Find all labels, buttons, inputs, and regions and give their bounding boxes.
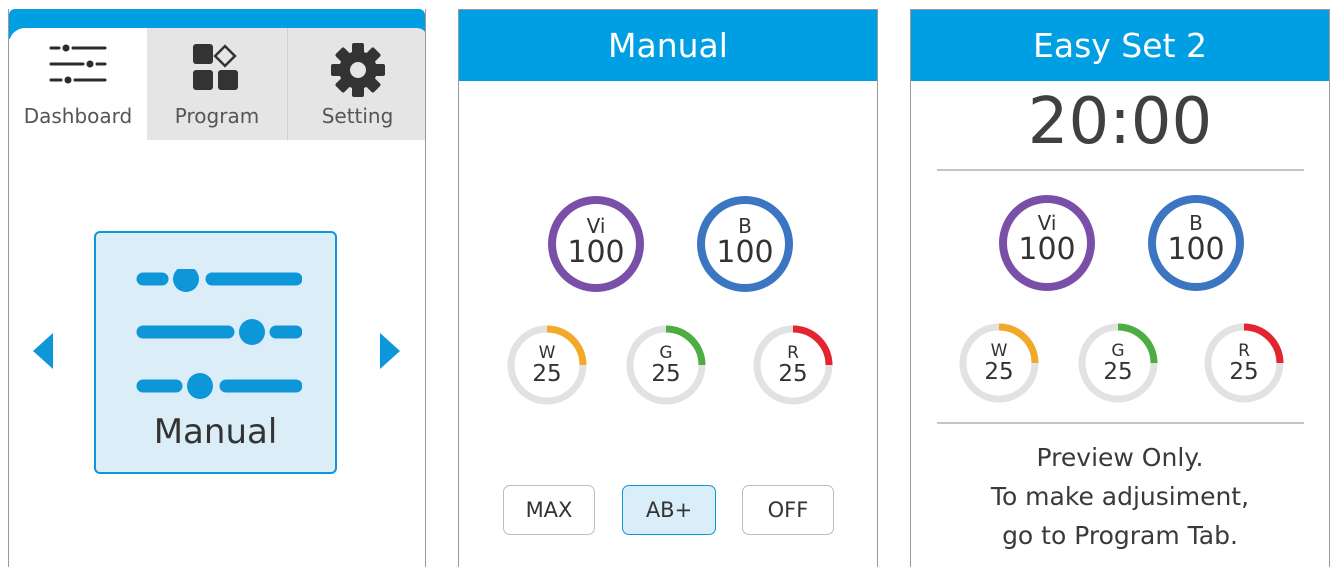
manual-panel: Manual Vi 100 B 100 W 25 G 25 R 25 MAX A…: [458, 9, 878, 567]
ab-plus-button[interactable]: AB+: [622, 485, 716, 535]
preview-channel-w-value: 25: [984, 359, 1014, 385]
easyset-time: 20:00: [1027, 85, 1213, 159]
blocks-icon: [191, 42, 243, 98]
manual-title: Manual: [459, 10, 877, 81]
preview-channel-w-name: W: [990, 341, 1008, 361]
channel-b-value: 100: [716, 235, 774, 270]
channel-r-name: R: [787, 343, 799, 363]
channel-g-dial[interactable]: G 25: [624, 323, 708, 411]
max-button[interactable]: MAX: [503, 485, 595, 535]
channel-vi-name: Vi: [586, 214, 606, 238]
gear-icon: [330, 42, 386, 102]
preview-channel-vi-name: Vi: [1037, 211, 1057, 235]
channel-vi-value: 100: [567, 235, 625, 270]
channel-w-value: 25: [532, 361, 562, 387]
channel-g-value: 25: [651, 361, 681, 387]
tab-dashboard-label: Dashboard: [23, 104, 133, 128]
preview-channel-b-name: B: [1189, 211, 1203, 235]
preview-channel-g-dial: G 25: [1076, 321, 1160, 409]
channel-vi-dial[interactable]: Vi 100: [546, 194, 646, 298]
preview-channel-vi-dial: Vi 100: [997, 193, 1097, 297]
manual-card-label: Manual: [153, 412, 278, 452]
channel-b-dial[interactable]: B 100: [695, 194, 795, 298]
preview-channel-r-value: 25: [1229, 359, 1259, 385]
tab-setting-label: Setting: [321, 104, 394, 128]
preview-channel-g-value: 25: [1103, 359, 1133, 385]
sliders-icon: [45, 42, 111, 92]
channel-b-name: B: [738, 214, 752, 238]
off-button[interactable]: OFF: [742, 485, 834, 535]
sliders-icon: [136, 266, 303, 403]
channel-r-dial[interactable]: R 25: [751, 323, 835, 411]
divider: [937, 169, 1304, 171]
easyset-title: Easy Set 2: [911, 10, 1329, 81]
dashboard-panel: Dashboard Program Setting Manual: [8, 9, 426, 567]
preview-channel-w-dial: W 25: [957, 321, 1041, 409]
preview-channel-r-dial: R 25: [1202, 321, 1286, 409]
preview-line: To make adjusiment,: [990, 482, 1250, 511]
preview-notice: Preview Only. To make adjusiment, go to …: [911, 438, 1329, 555]
channel-g-name: G: [659, 343, 673, 363]
tab-dashboard[interactable]: Dashboard: [9, 28, 147, 140]
preview-channel-r-name: R: [1238, 341, 1250, 361]
chevron-left-icon[interactable]: [33, 333, 53, 369]
easyset-panel: Easy Set 2 20:00 Vi 100 B 100 W 25 G 25: [910, 9, 1330, 567]
tab-program[interactable]: Program: [147, 28, 287, 140]
preview-line: Preview Only.: [1036, 443, 1204, 472]
chevron-right-icon[interactable]: [380, 333, 400, 369]
channel-w-name: W: [538, 343, 556, 363]
preview-channel-g-name: G: [1111, 341, 1125, 361]
divider: [937, 422, 1304, 424]
tab-program-label: Program: [174, 104, 260, 128]
channel-w-dial[interactable]: W 25: [505, 323, 589, 411]
preview-line: go to Program Tab.: [1002, 521, 1238, 550]
tab-setting[interactable]: Setting: [287, 28, 425, 140]
manual-mode-card[interactable]: Manual: [94, 231, 337, 474]
preview-channel-b-dial: B 100: [1146, 193, 1246, 297]
preview-channel-b-value: 100: [1167, 232, 1225, 267]
channel-r-value: 25: [778, 361, 808, 387]
preview-channel-vi-value: 100: [1018, 232, 1076, 267]
